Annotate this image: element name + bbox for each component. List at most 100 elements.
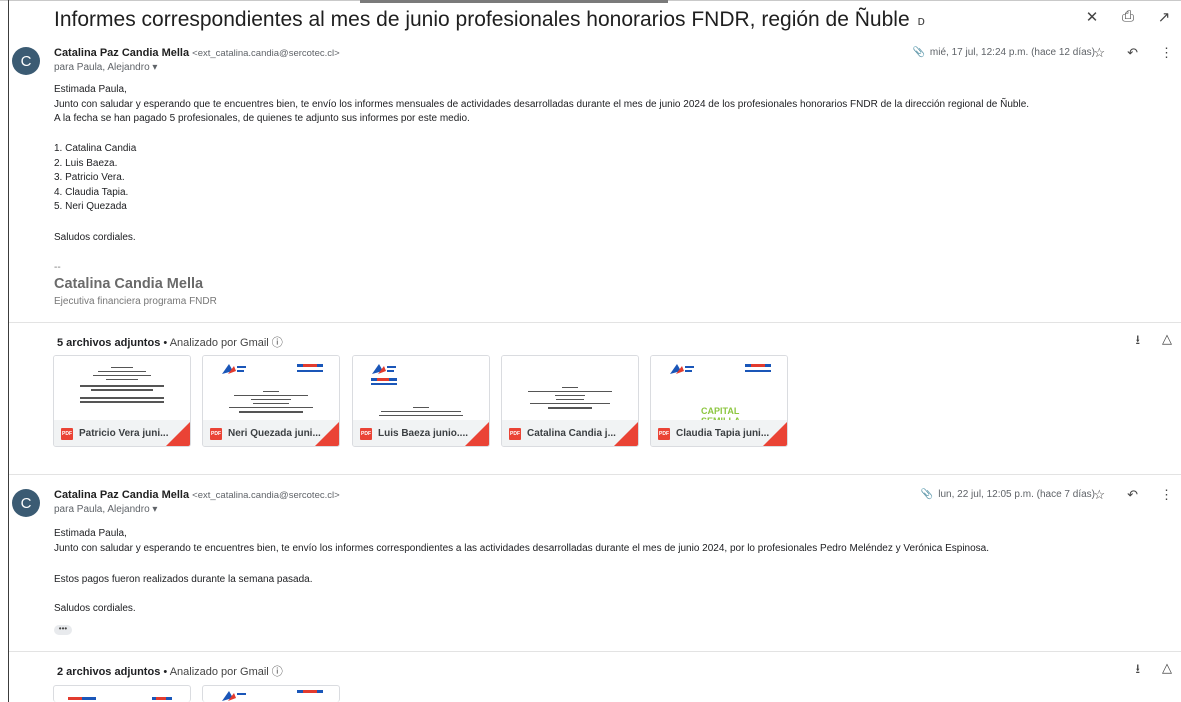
sercotec-logo-icon [371,378,397,385]
attachment-card[interactable] [53,685,191,702]
attachment-preview [54,356,190,420]
list-item: 1. Catalina Candia [54,143,137,154]
list-item: 3. Patricio Vera. [54,172,125,183]
list-item: 5. Neri Quezada [54,201,127,212]
add-to-drive-icon[interactable]: △ [1162,660,1172,682]
list-item: 2. Luis Baeza. [54,158,118,169]
open-new-window-icon[interactable]: ↗ [1157,8,1171,26]
attachment-card[interactable]: PDF Neri Quezada juni... [202,355,340,447]
reply-icon[interactable]: ↶ [1127,45,1138,61]
doc-text-lines [377,404,465,419]
attachments-separator: • [163,337,168,349]
date-text: lun, 22 jul, 12:05 p.m. (hace 7 días) [938,489,1095,500]
pdf-corner-icon [763,422,787,446]
attachment-name: Catalina Candia j... [527,428,616,439]
pdf-corner-icon [315,422,339,446]
thread-subject: Informes correspondientes al mes de juni… [54,8,910,31]
pdf-icon: PDF [509,427,521,440]
attachment-preview [353,356,489,420]
attachments-header: 2 archivos adjuntos • Analizado por Gmai… [57,663,283,679]
body-line: Estimada Paula, [54,84,127,95]
sender-line: Catalina Paz Candia Mella <ext_catalina.… [54,489,340,501]
scanned-by-gmail[interactable]: Analizado por Gmail ⓘ [170,337,283,349]
pdf-corner-icon [465,422,489,446]
pdf-icon: PDF [61,427,73,440]
pdf-icon: PDF [360,427,372,440]
attachment-name: Neri Quezada juni... [228,428,321,439]
sender-email: <ext_catalina.candia@sercotec.cl> [192,490,340,501]
body-line: Junto con saludar y esperando te encuent… [54,543,990,554]
capital-text: CAPITAL [701,406,740,416]
attachment-card[interactable]: PDF Luis Baeza junio.... [352,355,490,447]
recipients-dropdown[interactable]: para Paula, Alejandro ▾ [54,62,157,73]
attachments-count: 2 archivos adjuntos [57,666,161,678]
doc-text-lines [526,384,614,411]
message-actions: ☆ ↶ ⋮ [1093,487,1173,503]
attachment-name: Claudia Tapia juni... [676,428,770,439]
attachment-preview: CAPITAL SEMILLA [651,356,787,426]
message-date: 📎 mié, 17 jul, 12:24 p.m. (hace 12 días) [912,47,1095,58]
sender-name[interactable]: Catalina Paz Candia Mella [54,489,189,501]
attachments-count: 5 archivos adjuntos [57,337,161,349]
sender-line: Catalina Paz Candia Mella <ext_catalina.… [54,47,340,59]
gobierno-logo-icon [222,691,246,701]
pdf-icon: PDF [210,427,222,440]
doc-text-lines [227,388,315,415]
pdf-icon: PDF [658,427,670,440]
attachment-name: Patricio Vera juni... [79,428,169,439]
body-line: Estimada Paula, [54,528,127,539]
gobierno-logo-icon [222,364,246,374]
signature-name: Catalina Candia Mella [54,276,204,292]
sercotec-logo-icon [297,364,323,372]
more-options-icon[interactable]: ⋮ [1160,45,1173,61]
attachment-card[interactable]: CAPITAL SEMILLA PDF Claudia Tapia juni..… [650,355,788,447]
avatar[interactable]: C [12,489,40,517]
attachment-card[interactable] [202,685,340,702]
avatar[interactable]: C [12,47,40,75]
reply-icon[interactable]: ↶ [1127,487,1138,503]
attachment-card[interactable]: PDF Catalina Candia j... [501,355,639,447]
body-line: A la fecha se han pagado 5 profesionales… [54,113,470,124]
attachment-preview [203,356,339,420]
body-line: Saludos cordiales. [54,603,136,614]
star-icon[interactable]: ☆ [1093,487,1105,503]
sercotec-logo-icon [745,364,771,372]
avatar-letter: C [20,52,32,70]
body-line: Estos pagos fueron realizados durante la… [54,574,313,585]
label-icon[interactable]: ᴅ [918,13,925,28]
signature-title: Ejecutiva financiera programa FNDR [54,296,217,307]
sender-name[interactable]: Catalina Paz Candia Mella [54,47,189,59]
message-actions: ☆ ↶ ⋮ [1093,45,1173,61]
download-all-icon[interactable]: ⭳ [1135,331,1140,353]
pdf-corner-icon [166,422,190,446]
avatar-letter: C [20,494,32,512]
attachments-actions: ⭳ △ [1135,331,1172,353]
show-trimmed-content-button[interactable]: ••• [54,625,72,635]
star-icon[interactable]: ☆ [1093,45,1105,61]
attachments-separator: • [163,666,168,678]
attachment-clip-icon: 📎 [912,47,925,58]
gobierno-logo-icon [670,364,694,374]
message-divider [9,474,1181,475]
recipients-dropdown[interactable]: para Paula, Alejandro ▾ [54,504,157,515]
list-item: 4. Claudia Tapia. [54,187,129,198]
collapse-icon[interactable]: ✕ [1085,8,1099,26]
logo-strip-icon [68,697,172,700]
attachments-divider [9,651,1181,652]
attachments-actions: ⭳ △ [1135,660,1172,682]
sender-email: <ext_catalina.candia@sercotec.cl> [192,48,340,59]
add-to-drive-icon[interactable]: △ [1162,331,1172,353]
thread-actions: ✕ ⎙ ↗ [1085,8,1171,26]
attachment-card[interactable]: PDF Patricio Vera juni... [53,355,191,447]
print-icon[interactable]: ⎙ [1121,8,1135,26]
doc-text-lines [78,364,166,405]
scanned-by-gmail[interactable]: Analizado por Gmail ⓘ [170,666,283,678]
gobierno-logo-icon [372,364,396,374]
signature-dash: -- [54,262,61,273]
date-text: mié, 17 jul, 12:24 p.m. (hace 12 días) [929,47,1095,58]
attachment-name: Luis Baeza junio.... [378,428,469,439]
download-all-icon[interactable]: ⭳ [1135,660,1140,682]
sercotec-logo-icon [297,690,323,693]
more-options-icon[interactable]: ⋮ [1160,487,1173,503]
message-date: 📎 lun, 22 jul, 12:05 p.m. (hace 7 días) [921,489,1095,500]
